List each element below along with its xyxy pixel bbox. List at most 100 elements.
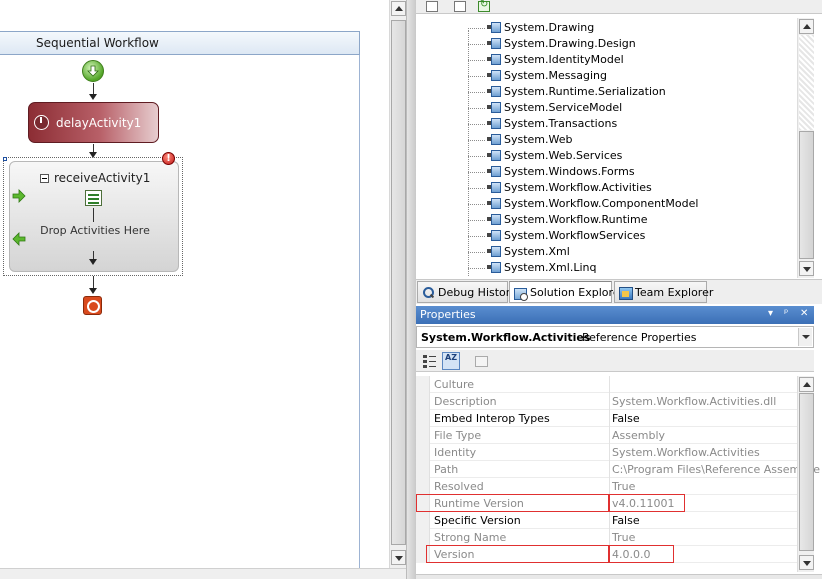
property-grid: Culture Description System.Workflow.Activi… — [416, 374, 820, 566]
tab-team-explorer[interactable]: Team Explorer — [614, 281, 713, 303]
object-name: System.Workflow.Activities — [421, 331, 591, 344]
property-name: Culture — [434, 378, 475, 391]
properties-icon[interactable] — [426, 1, 438, 12]
chevron-down-icon[interactable] — [798, 328, 812, 346]
tree-item[interactable]: System.Runtime.Serialization — [416, 84, 798, 100]
property-row[interactable]: Embed Interop Types False — [416, 410, 797, 427]
refresh-icon[interactable] — [478, 0, 490, 12]
connector-line — [93, 83, 94, 94]
designer-vertical-scrollbar[interactable] — [389, 0, 406, 568]
property-row[interactable]: File Type Assembly — [416, 427, 797, 444]
tree-item[interactable]: System.Web.Services — [416, 148, 798, 164]
scroll-thumb[interactable] — [799, 131, 814, 259]
solution-explorer-scrollbar[interactable] — [797, 18, 814, 278]
scroll-track[interactable] — [799, 35, 814, 130]
tree-item[interactable]: System.Xml.Linq — [416, 260, 798, 276]
property-row[interactable]: Path C:\Program Files\Reference Assemblie — [416, 461, 820, 478]
reference-icon — [487, 22, 501, 33]
tree-item[interactable]: System.Transactions — [416, 116, 798, 132]
scroll-thumb[interactable] — [391, 20, 406, 545]
tree-item[interactable]: System.Drawing.Design — [416, 36, 798, 52]
panel-splitter[interactable] — [406, 0, 416, 579]
tree-item[interactable]: System.Workflow.ComponentModel — [416, 196, 798, 212]
property-value: True — [612, 531, 636, 544]
tree-item-label: System.Messaging — [504, 69, 607, 82]
property-name: Embed Interop Types — [434, 412, 550, 425]
tree-item[interactable]: System.WorkflowServices — [416, 228, 798, 244]
tree-item[interactable]: System.Workflow.Activities — [416, 180, 798, 196]
property-row[interactable]: Culture — [416, 376, 797, 393]
row-gutter — [416, 478, 430, 495]
tree-item[interactable]: System.Xml — [416, 244, 798, 260]
tree-item[interactable]: System.ServiceModel — [416, 100, 798, 116]
tree-item-label: System.Drawing — [504, 21, 595, 34]
properties-footer — [416, 574, 822, 579]
pin-icon[interactable]: ᵖ — [784, 308, 788, 319]
tree-item[interactable]: System.Drawing — [416, 20, 798, 36]
property-name: Specific Version — [434, 514, 521, 527]
property-value[interactable]: False — [612, 412, 640, 425]
property-value[interactable]: False — [612, 514, 640, 527]
column-divider — [609, 529, 610, 546]
tree-connector — [468, 156, 485, 157]
reference-icon — [487, 230, 501, 241]
tool-window-tabs: Debug History Solution Explorer Team Exp… — [416, 279, 822, 304]
reference-icon — [487, 118, 501, 129]
scroll-up-button[interactable] — [391, 1, 406, 16]
chevron-down-icon — [803, 561, 811, 566]
show-all-files-icon[interactable] — [454, 1, 466, 12]
properties-scrollbar[interactable] — [797, 376, 814, 572]
receive-activity[interactable]: receiveActivity1 Drop Activities Here — [9, 161, 179, 272]
property-pages-icon[interactable] — [472, 352, 490, 370]
tree-connector — [468, 204, 485, 205]
tab-label: Team Explorer — [635, 286, 714, 299]
tree-item[interactable]: System.Messaging — [416, 68, 798, 84]
column-divider — [609, 427, 610, 444]
property-row[interactable]: Specific Version False — [416, 512, 797, 529]
designer-horizontal-scrollbar[interactable] — [0, 568, 406, 579]
workflow-designer[interactable]: Sequential Workflow delayActivity1 recei… — [0, 0, 388, 579]
tree-item-label: System.Web — [504, 133, 573, 146]
tree-item[interactable]: System.Workflow.Runtime — [416, 212, 798, 228]
chevron-up-icon — [803, 382, 811, 387]
property-row[interactable]: Description System.Workflow.Activities.dl… — [416, 393, 797, 410]
receive-activity-label: receiveActivity1 — [54, 171, 151, 185]
workflow-border — [359, 55, 360, 579]
tree-connector — [468, 108, 485, 109]
tab-solution-explorer[interactable]: Solution Explorer — [509, 281, 624, 303]
highlight-box-value — [609, 545, 674, 563]
column-divider — [609, 393, 610, 410]
scroll-down-button[interactable] — [799, 555, 814, 570]
reference-icon — [487, 182, 501, 193]
tree-item[interactable]: System.Windows.Forms — [416, 164, 798, 180]
tree-connector — [468, 220, 485, 221]
error-icon[interactable]: ! — [162, 152, 175, 165]
stopwatch-icon — [34, 115, 49, 130]
scroll-up-button[interactable] — [799, 19, 814, 34]
categorized-icon[interactable] — [420, 352, 438, 370]
tab-debug-history[interactable]: Debug History — [417, 281, 517, 303]
close-icon[interactable]: ✕ — [800, 308, 808, 319]
scroll-down-button[interactable] — [391, 550, 406, 565]
scroll-thumb[interactable] — [799, 393, 814, 551]
scroll-up-button[interactable] — [799, 377, 814, 392]
connector-line — [93, 251, 94, 259]
delay-activity[interactable]: delayActivity1 — [28, 102, 159, 143]
window-menu-icon[interactable]: ▾ — [768, 308, 773, 319]
property-row[interactable]: Strong Name True — [416, 529, 797, 546]
tree-item[interactable]: System.Web — [416, 132, 798, 148]
property-row[interactable]: Resolved True — [416, 478, 797, 495]
tree-item[interactable]: System.IdentityModel — [416, 52, 798, 68]
selection-handle[interactable] — [3, 157, 7, 161]
alphabetical-icon[interactable]: AZ — [442, 352, 460, 370]
tree-item-label: System.ServiceModel — [504, 101, 623, 114]
collapse-icon[interactable] — [40, 174, 49, 183]
object-selector[interactable]: System.Workflow.Activities Reference Pro… — [416, 326, 814, 348]
scroll-down-button[interactable] — [799, 261, 814, 276]
magnify-icon — [422, 286, 435, 299]
tree-item-label: System.Workflow.ComponentModel — [504, 197, 699, 210]
property-name: Path — [434, 463, 459, 476]
tree-connector — [468, 188, 485, 189]
property-row[interactable]: Identity System.Workflow.Activities — [416, 444, 797, 461]
delay-activity-label: delayActivity1 — [56, 116, 142, 130]
